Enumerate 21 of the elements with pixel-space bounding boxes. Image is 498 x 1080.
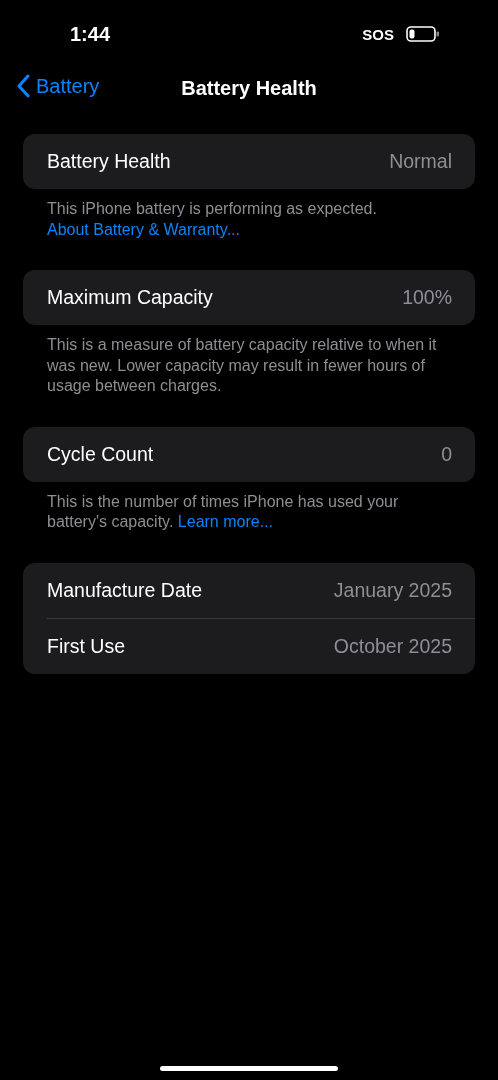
carrier-text: SOS (362, 25, 394, 43)
row-value: October 2025 (333, 634, 452, 658)
status-time: 1:44 (70, 22, 111, 46)
row-label: Battery Health (47, 150, 171, 173)
battery-icon (406, 26, 440, 42)
footer-text: This is a measure of battery capacity relative to when it was new. Lower capacity may result in fewer hours of usage between charges. (47, 335, 438, 396)
chevron-left-icon (16, 74, 30, 98)
row-value: Normal (389, 150, 452, 173)
row-value: January 2025 (333, 578, 452, 602)
row-label: Manufacture Date (47, 578, 202, 602)
row-label: First Use (47, 634, 125, 658)
footer-text: This iPhone battery is performing as expected. About Battery & Warranty... (47, 199, 378, 240)
row-label: Cycle Count (47, 442, 154, 466)
row-value: 0 (441, 442, 452, 466)
learn-more-link[interactable]: About Battery & Warranty... (47, 220, 240, 238)
footer-text: This is the number of times iPhone has used your battery's capacity. Learn more... (47, 491, 400, 532)
row-label: Maximum Capacity (47, 286, 213, 309)
page-title: Battery Health (181, 76, 317, 100)
row-value: 100% (402, 286, 452, 309)
learn-more-link[interactable]: Learn more... (177, 513, 273, 530)
back-button[interactable]: Battery (12, 72, 104, 100)
